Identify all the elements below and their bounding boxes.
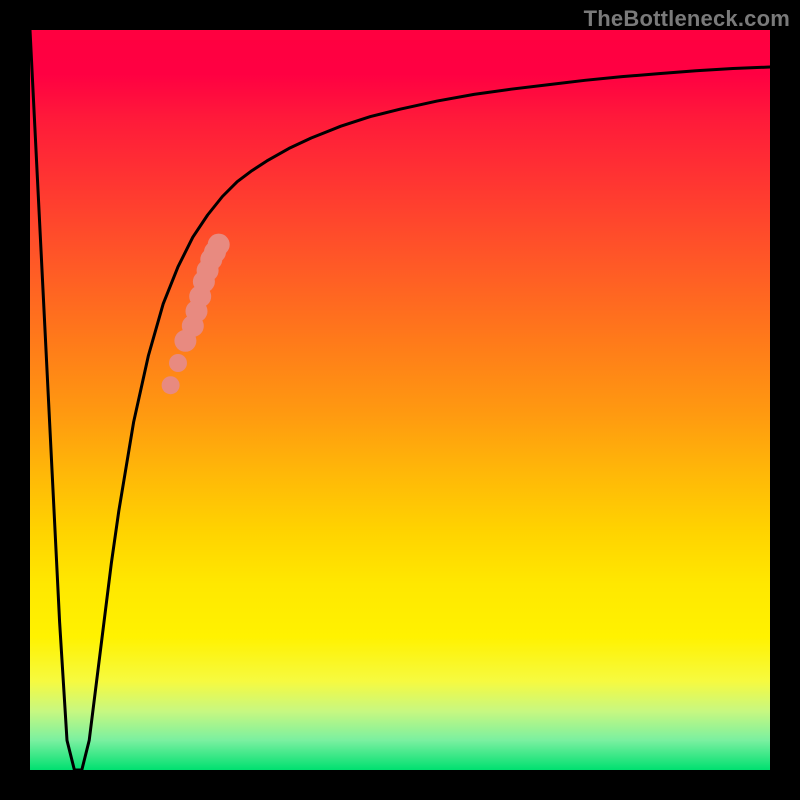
highlight-marker — [162, 376, 180, 394]
plot-area — [30, 30, 770, 770]
marker-group — [162, 234, 230, 395]
highlight-marker — [208, 234, 230, 256]
chart-frame: TheBottleneck.com — [0, 0, 800, 800]
watermark-text: TheBottleneck.com — [584, 6, 790, 32]
curve-group — [30, 30, 770, 770]
chart-svg — [30, 30, 770, 770]
highlight-marker — [169, 354, 187, 372]
bottleneck-curve — [30, 30, 770, 770]
